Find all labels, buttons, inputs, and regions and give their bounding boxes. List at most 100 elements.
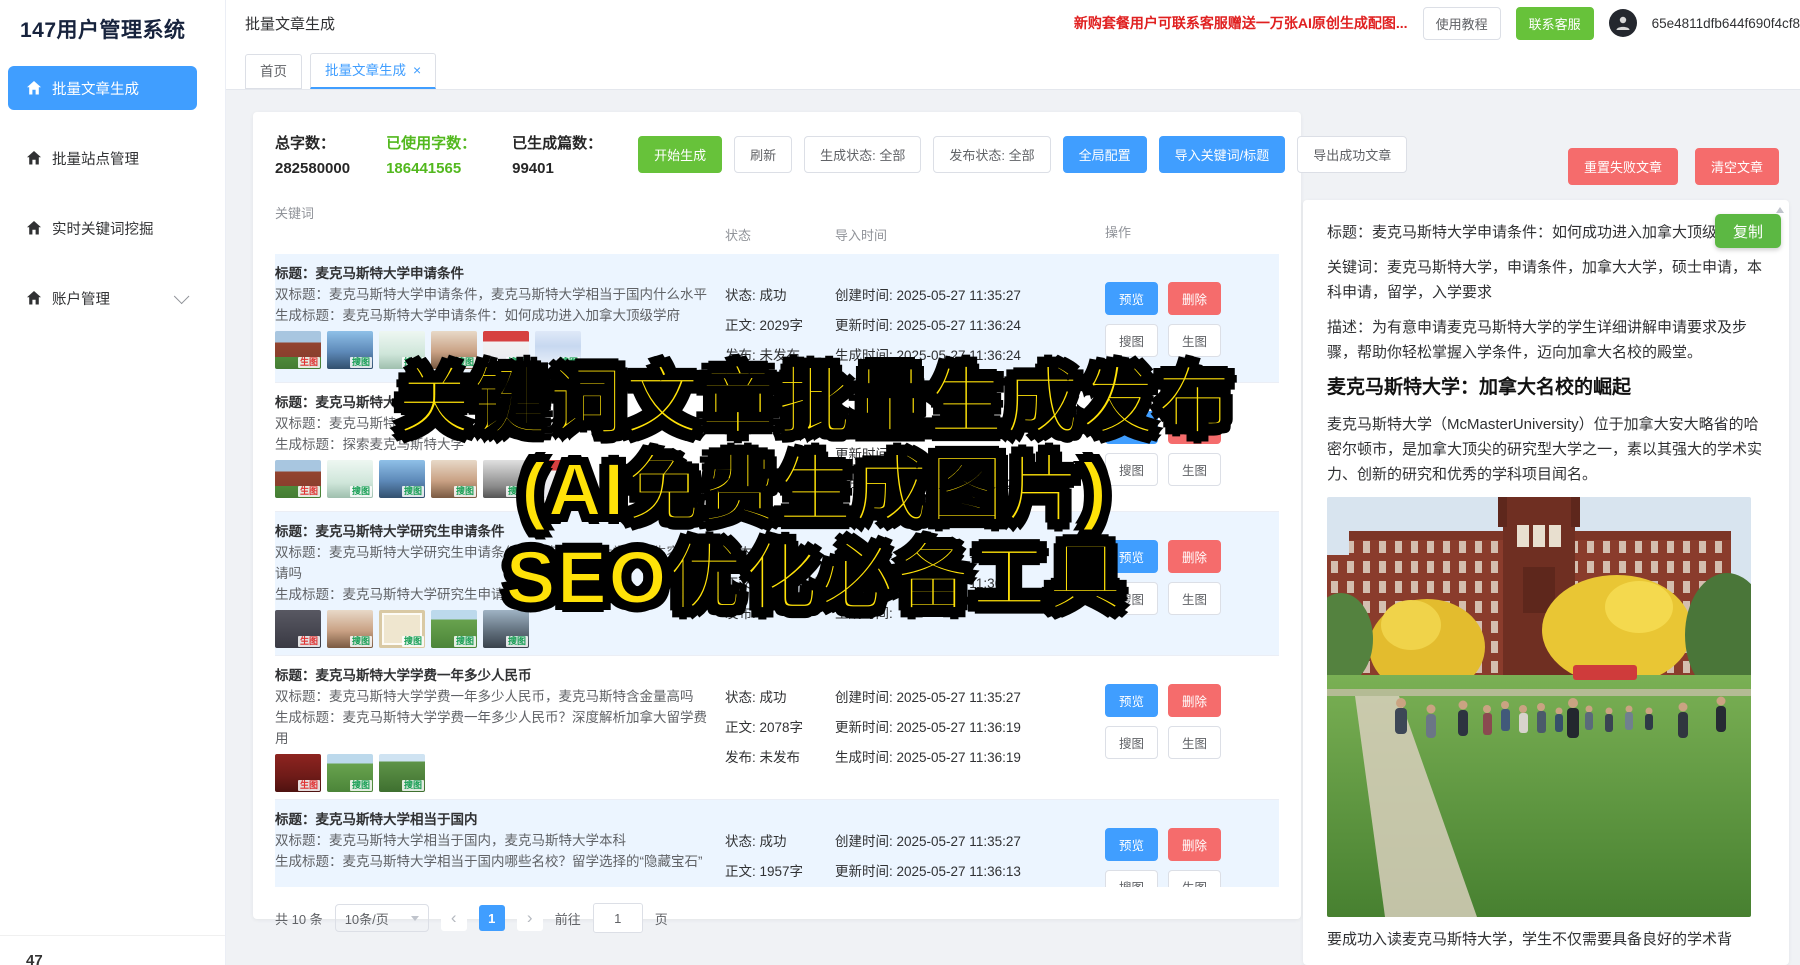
- article-thumbnail[interactable]: 搜图: [327, 610, 373, 648]
- refresh-button[interactable]: 刷新: [734, 136, 792, 173]
- generate-image-button[interactable]: 生图: [1168, 870, 1221, 887]
- global-config-button[interactable]: 全局配置: [1063, 136, 1147, 173]
- prev-page-button[interactable]: ‹: [441, 905, 467, 931]
- time-cell: 创建时间: 2025-05-27 11:35:27更新时间: 2025-05-2…: [835, 665, 1105, 792]
- table-row[interactable]: 标题：麦克马斯特大学研究生申请条件双标题：麦克马斯特大学研究生申请条件，麦克马斯…: [275, 512, 1279, 656]
- current-page-button[interactable]: 1: [479, 905, 505, 931]
- delete-button[interactable]: 删除: [1168, 828, 1221, 861]
- generate-image-button[interactable]: 生图: [1168, 324, 1221, 357]
- search-image-button[interactable]: 搜图: [1105, 582, 1158, 615]
- sidebar-item-realtime-keyword-mining[interactable]: 实时关键词挖掘: [8, 206, 197, 250]
- publish-status-filter[interactable]: 发布状态: 全部: [933, 136, 1050, 173]
- preview-paragraph: 麦克马斯特大学（McMasterUniversity）位于加拿大安大略省的哈密尔…: [1327, 412, 1765, 487]
- status-cell: 状态: 成功正文: 2029字发布: 未发布: [725, 263, 835, 375]
- preview-button[interactable]: 预览: [1105, 411, 1158, 444]
- goto-page-input[interactable]: [593, 903, 643, 933]
- action-row: 搜图生图: [1105, 453, 1279, 486]
- preview-title: 标题：麦克马斯特大学申请条件：如何成功进入加拿大顶级学府: [1327, 220, 1765, 245]
- generate-image-button[interactable]: 生图: [1168, 453, 1221, 486]
- generated-image-badge: 生图: [298, 636, 320, 647]
- status-line: 正文: 2078字: [725, 717, 835, 738]
- avatar[interactable]: [1609, 9, 1637, 37]
- search-image-button[interactable]: 搜图: [1105, 453, 1158, 486]
- sidebar-item-batch-article-generation[interactable]: 批量文章生成: [8, 66, 197, 110]
- status-line: 状态:: [725, 414, 835, 435]
- article-title: 标题：麦克马斯特大学相当于国内: [275, 809, 713, 830]
- keyword-cell: 标题：麦克马斯特大学研究生申请条件双标题：麦克马斯特大学研究生申请条件，麦克马斯…: [275, 521, 725, 648]
- search-image-button[interactable]: 搜图: [1105, 870, 1158, 887]
- page-size-select[interactable]: 10条/页: [335, 904, 429, 932]
- action-row: 预览删除: [1105, 540, 1279, 573]
- preview-button[interactable]: 预览: [1105, 828, 1158, 861]
- reset-failed-button[interactable]: 重置失败文章: [1568, 148, 1678, 185]
- scrollbar-up-icon[interactable]: [1776, 207, 1784, 213]
- promo-notice[interactable]: 新购套餐用户可联系客服赠送一万张AI原创生成配图...: [1074, 13, 1408, 33]
- generate-image-button[interactable]: 生图: [1168, 582, 1221, 615]
- article-thumbnail[interactable]: 生图: [275, 754, 321, 792]
- table-row[interactable]: 标题：麦克马斯特大学学费一年多少人民币双标题：麦克马斯特大学学费一年多少人民币，…: [275, 656, 1279, 800]
- time-cell: 创建时间:更新时间:生成时间: 2025-05-27 11:36:24: [835, 392, 1105, 504]
- article-thumbnail[interactable]: 搜图: [327, 754, 373, 792]
- header-right: 新购套餐用户可联系客服赠送一万张AI原创生成配图... 使用教程 联系客服 65…: [1074, 7, 1800, 40]
- keyword-cell: 标题：麦克马斯特大学申请条件双标题：麦克马斯特大学申请条件，麦克马斯特大学相当于…: [275, 263, 725, 375]
- article-thumbnail[interactable]: 搜图: [379, 460, 425, 498]
- user-id[interactable]: 65e4811dfb644f690f4cf8: [1652, 16, 1800, 31]
- article-thumbnail[interactable]: 搜图: [379, 331, 425, 369]
- clear-articles-button[interactable]: 清空文章: [1695, 148, 1779, 185]
- contact-support-button[interactable]: 联系客服: [1516, 7, 1594, 40]
- article-thumbnail[interactable]: 搜图: [431, 331, 477, 369]
- delete-button[interactable]: 删除: [1168, 282, 1221, 315]
- next-page-button[interactable]: ›: [517, 905, 543, 931]
- sidebar-item-account-management[interactable]: 账户管理: [8, 276, 197, 320]
- table-row[interactable]: 标题：麦克马斯特大学相当于国内双标题：麦克马斯特大学相当于国内，麦克马斯特大学本…: [275, 800, 1279, 887]
- article-thumbnail[interactable]: 搜图: [483, 610, 529, 648]
- tutorial-button[interactable]: 使用教程: [1423, 7, 1501, 40]
- preview-button[interactable]: 预览: [1105, 540, 1158, 573]
- start-generation-button[interactable]: 开始生成: [638, 136, 722, 173]
- export-success-button[interactable]: 导出成功文章: [1297, 136, 1407, 173]
- article-title: 标题：麦克马斯特大学申请条件: [275, 263, 713, 284]
- delete-button[interactable]: 删除: [1168, 411, 1221, 444]
- tab-home[interactable]: 首页: [245, 54, 302, 89]
- article-thumbnail[interactable]: 搜图: [327, 460, 373, 498]
- delete-button[interactable]: 删除: [1168, 540, 1221, 573]
- keyword-cell: 标题：麦克马斯特大学相当于国内双标题：麦克马斯特大学相当于国内，麦克马斯特大学本…: [275, 809, 725, 887]
- import-keywords-button[interactable]: 导入关键词/标题: [1159, 136, 1286, 173]
- table-row[interactable]: 标题：麦克马斯特大学申请条件双标题：麦克马斯特大学申请条件，麦克马斯特大学相当于…: [275, 254, 1279, 383]
- status-line: 状态: 成功: [725, 543, 835, 564]
- column-keyword: 关键词: [275, 203, 725, 244]
- action-row: 预览删除: [1105, 282, 1279, 315]
- article-thumbnail[interactable]: 生图: [275, 331, 321, 369]
- article-generated-title: 生成标题：麦克马斯特大学学费一年多少人民币？深度解析加拿大留学费用: [275, 707, 713, 749]
- goto-label: 前往: [555, 909, 581, 928]
- article-thumbnail[interactable]: 搜图: [379, 610, 425, 648]
- searched-image-badge: 搜图: [454, 636, 476, 647]
- article-thumbnail[interactable]: 搜图: [483, 460, 529, 498]
- actions-cell: 预览删除搜图生图: [1105, 263, 1279, 375]
- time-cell: 创建时间: 2025-05-27 11:35:27更新时间: 2025-05-2…: [835, 263, 1105, 375]
- search-image-button[interactable]: 搜图: [1105, 726, 1158, 759]
- article-thumbnail[interactable]: 搜图: [379, 754, 425, 792]
- generation-status-filter[interactable]: 生成状态: 全部: [804, 136, 921, 173]
- delete-button[interactable]: 删除: [1168, 684, 1221, 717]
- search-image-button[interactable]: 搜图: [1105, 324, 1158, 357]
- article-thumbnail[interactable]: 搜图: [327, 331, 373, 369]
- generate-image-button[interactable]: 生图: [1168, 726, 1221, 759]
- tab-batch-article-generation[interactable]: 批量文章生成 ×: [310, 53, 436, 89]
- status-line: 正文: 1957字: [725, 861, 835, 882]
- sidebar-item-batch-site-management[interactable]: 批量站点管理: [8, 136, 197, 180]
- article-thumbnail[interactable]: 搜图: [431, 460, 477, 498]
- preview-button[interactable]: 预览: [1105, 684, 1158, 717]
- article-thumbnail[interactable]: 搜图: [535, 460, 581, 498]
- searched-image-badge: 搜图: [402, 780, 424, 791]
- preview-button[interactable]: 预览: [1105, 282, 1158, 315]
- copy-button[interactable]: 复制: [1715, 214, 1781, 248]
- status-line: 发布: 未发布: [725, 474, 835, 495]
- article-thumbnail[interactable]: 搜图: [431, 610, 477, 648]
- article-thumbnail[interactable]: 生图: [275, 610, 321, 648]
- article-thumbnail[interactable]: 搜图: [535, 331, 581, 369]
- table-row[interactable]: 标题：麦克马斯特大学双标题：麦克马斯特大生成标题：探索麦克马斯特大学生图搜图搜图…: [275, 383, 1279, 512]
- close-tab-icon[interactable]: ×: [413, 56, 421, 85]
- article-thumbnail[interactable]: 生图: [275, 460, 321, 498]
- article-thumbnail[interactable]: 搜图: [483, 331, 529, 369]
